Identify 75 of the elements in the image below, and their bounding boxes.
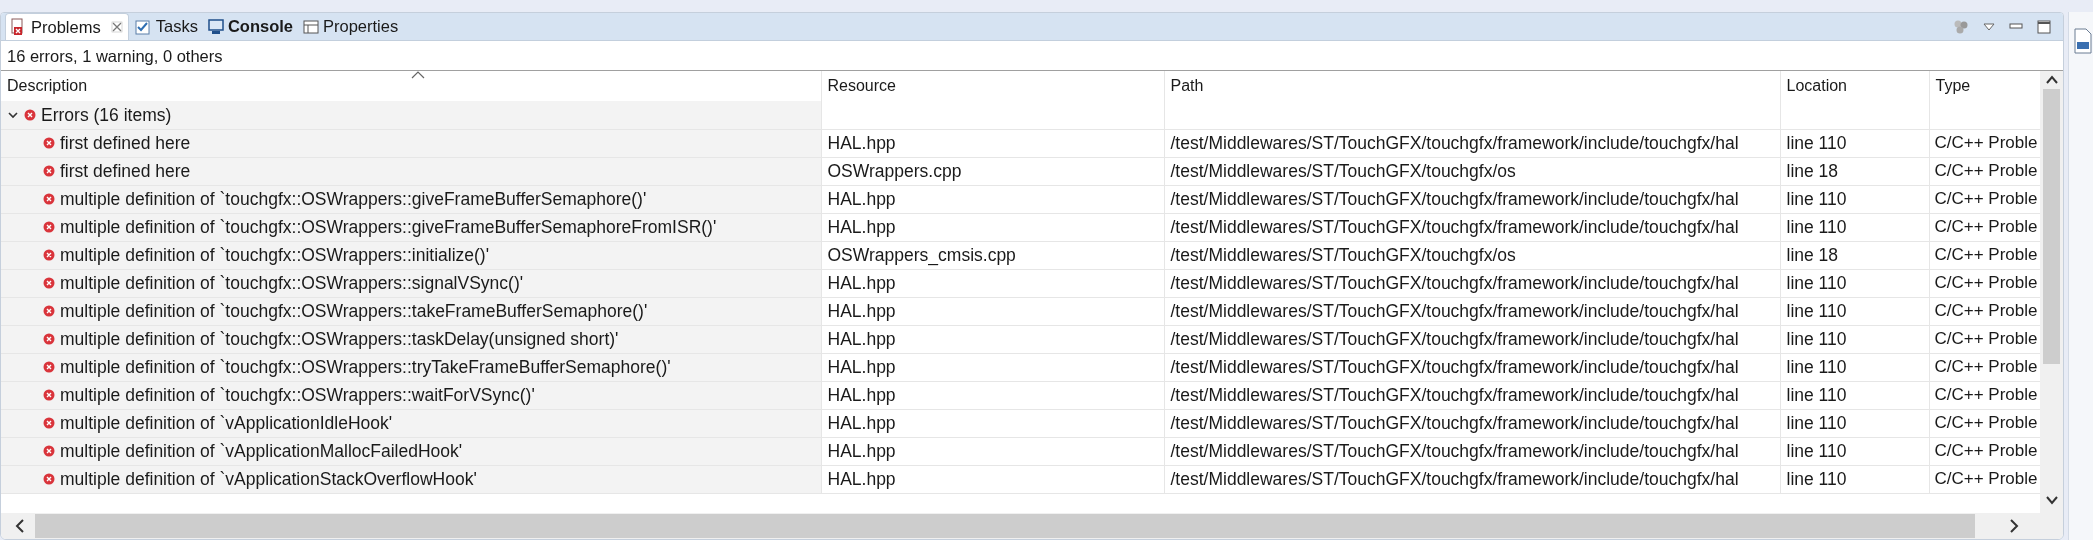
properties-icon — [303, 18, 319, 35]
error-icon — [43, 249, 55, 261]
table-cell: OSWrappers.cpp — [821, 157, 1164, 185]
maximize-icon[interactable] — [2037, 19, 2051, 34]
error-icon — [43, 165, 55, 177]
table-cell: /test/Middlewares/ST/TouchGFX/touchgfx/framework/include/touchgfx/hal — [1164, 213, 1780, 241]
table-cell: HAL.hpp — [821, 381, 1164, 409]
table-cell: HAL.hpp — [821, 409, 1164, 437]
table-cell: line 110 — [1780, 437, 1929, 465]
error-icon — [24, 108, 36, 121]
table-cell: HAL.hpp — [821, 297, 1164, 325]
table-cell: HAL.hpp — [821, 437, 1164, 465]
table-cell: /test/Middlewares/ST/TouchGFX/touchgfx/framework/include/touchgfx/hal — [1164, 185, 1780, 213]
error-icon — [43, 417, 55, 429]
minimize-icon[interactable] — [2009, 21, 2023, 32]
summary-text: 16 errors, 1 warning, 0 others — [1, 41, 2063, 71]
error-icon — [43, 193, 55, 205]
console-icon — [207, 18, 224, 35]
table-cell: /test/Middlewares/ST/TouchGFX/touchgfx/framework/include/touchgfx/hal — [1164, 325, 1780, 353]
view-tab[interactable]: Tasks — [128, 13, 203, 40]
error-icon — [43, 137, 55, 149]
table-cell: /test/Middlewares/ST/TouchGFX/touchgfx/framework/include/touchgfx/hal — [1164, 269, 1780, 297]
table-cell: line 110 — [1780, 409, 1929, 437]
table-cell: /test/Middlewares/ST/TouchGFX/touchgfx/framework/include/touchgfx/hal — [1164, 409, 1780, 437]
table-cell: /test/Middlewares/ST/TouchGFX/touchgfx/os — [1164, 157, 1780, 185]
table-cell: /test/Middlewares/ST/TouchGFX/touchgfx/os — [1164, 241, 1780, 269]
error-icon — [43, 445, 55, 457]
close-icon[interactable] — [110, 21, 123, 33]
table-cell: /test/Middlewares/ST/TouchGFX/touchgfx/framework/include/touchgfx/hal — [1164, 437, 1780, 465]
table-cell: line 110 — [1780, 465, 1929, 493]
table-cell: line 110 — [1780, 325, 1929, 353]
table-cell: line 110 — [1780, 185, 1929, 213]
column-header[interactable]: Location — [1780, 71, 1929, 101]
table-cell: /test/Middlewares/ST/TouchGFX/touchgfx/framework/include/touchgfx/hal — [1164, 353, 1780, 381]
table-cell: HAL.hpp — [821, 185, 1164, 213]
vertical-scrollbar[interactable] — [2040, 71, 2063, 513]
table-cell: /test/Middlewares/ST/TouchGFX/touchgfx/framework/include/touchgfx/hal — [1164, 381, 1780, 409]
column-header[interactable]: Resource — [821, 71, 1164, 101]
scroll-thumb[interactable] — [2043, 89, 2060, 364]
table-cell: HAL.hpp — [821, 129, 1164, 157]
table-cell: /test/Middlewares/ST/TouchGFX/touchgfx/framework/include/touchgfx/hal — [1164, 297, 1780, 325]
error-icon — [43, 389, 55, 401]
column-header[interactable]: Path — [1164, 71, 1780, 101]
view-menu-icon[interactable] — [1983, 21, 1995, 32]
binary-file-icon[interactable] — [2073, 28, 2093, 54]
group-label[interactable]: Errors (16 items) — [41, 104, 172, 125]
table-cell: line 110 — [1780, 129, 1929, 157]
table-cell: HAL.hpp — [821, 269, 1164, 297]
view-tab[interactable]: Properties — [298, 13, 404, 40]
table-cell: line 110 — [1780, 213, 1929, 241]
view-tab[interactable]: Problems — [5, 13, 129, 40]
error-icon — [43, 221, 55, 233]
error-icon — [43, 333, 55, 345]
error-icon — [43, 361, 55, 373]
table-cell: line 110 — [1780, 353, 1929, 381]
table-cell: line 110 — [1780, 381, 1929, 409]
problem-description[interactable]: first defined here — [60, 161, 191, 181]
error-icon — [43, 473, 55, 485]
table-cell: OSWrappers_cmsis.cpp — [821, 241, 1164, 269]
view-tab[interactable]: Console — [202, 13, 298, 40]
table-cell: HAL.hpp — [821, 213, 1164, 241]
table-cell: HAL.hpp — [821, 325, 1164, 353]
problem-description[interactable]: first defined here — [60, 133, 191, 153]
table-cell: line 18 — [1780, 157, 1929, 185]
table-cell: line 110 — [1780, 269, 1929, 297]
error-icon — [43, 305, 55, 317]
table-cell: /test/Middlewares/ST/TouchGFX/touchgfx/framework/include/touchgfx/hal — [1164, 465, 1780, 493]
tasks-icon — [133, 17, 152, 36]
table-cell: HAL.hpp — [821, 353, 1164, 381]
table-cell: /test/Middlewares/ST/TouchGFX/touchgfx/framework/include/touchgfx/hal — [1164, 129, 1780, 157]
error-icon — [43, 277, 55, 289]
sort-icon — [410, 71, 425, 79]
table-cell: line 110 — [1780, 297, 1929, 325]
table-cell: HAL.hpp — [821, 465, 1164, 493]
table-cell: line 18 — [1780, 241, 1929, 269]
